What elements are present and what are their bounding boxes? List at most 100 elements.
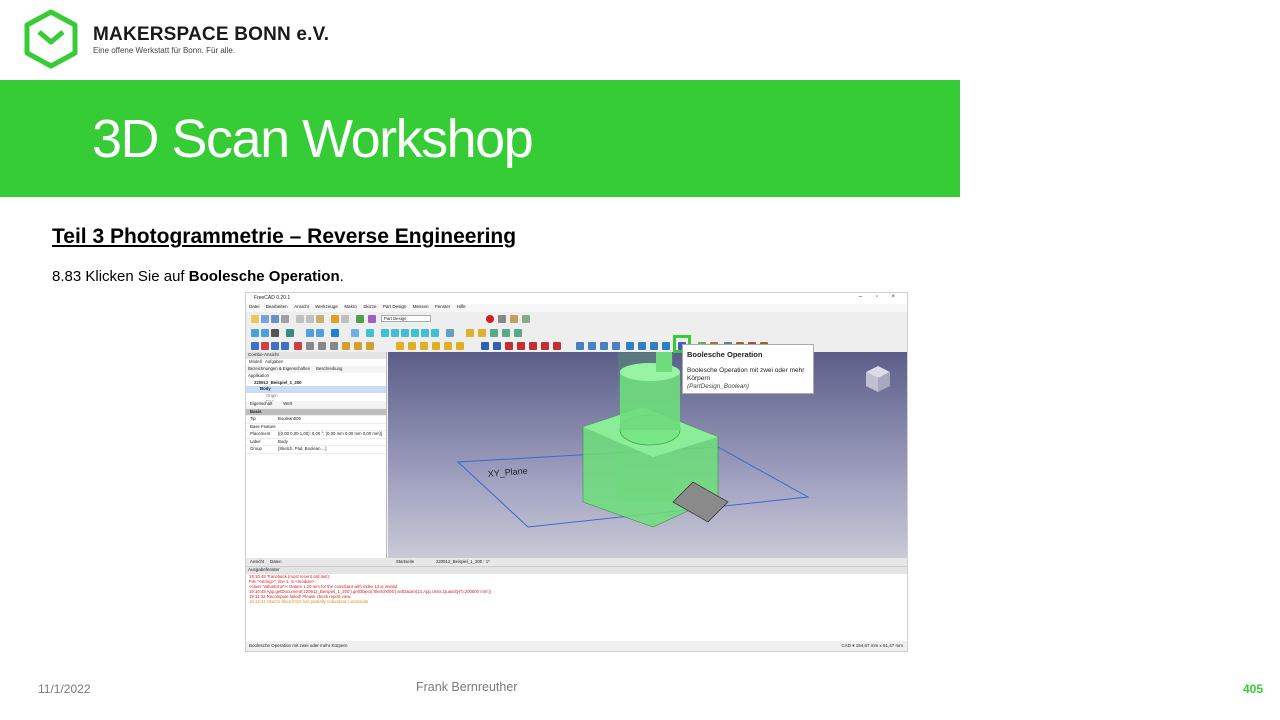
std-views-icon[interactable] <box>331 329 339 337</box>
revolution-icon[interactable] <box>408 342 416 350</box>
property-row[interactable]: Base Feature <box>246 423 386 431</box>
tab-startseite[interactable]: Startseite <box>396 559 414 564</box>
link-select-icon[interactable] <box>514 329 522 337</box>
create-sketch-icon[interactable] <box>261 342 269 350</box>
copy-icon[interactable] <box>306 315 314 323</box>
mirrored-icon[interactable] <box>576 342 584 350</box>
create-body-icon[interactable] <box>251 342 259 350</box>
datum-line-icon[interactable] <box>306 342 314 350</box>
menu-makro[interactable]: Makro <box>344 304 357 309</box>
subtractive-loft-icon[interactable] <box>517 342 525 350</box>
linear-pattern-icon[interactable] <box>588 342 596 350</box>
map-sketch-icon[interactable] <box>281 342 289 350</box>
view-bottom-icon[interactable] <box>421 329 429 337</box>
tab-aufgaben[interactable]: Aufgaben <box>265 359 283 364</box>
sync-view-icon[interactable] <box>286 329 294 337</box>
link-icon[interactable] <box>490 329 498 337</box>
clone-icon[interactable] <box>366 342 374 350</box>
menu-bearbeiten[interactable]: Bearbeiten <box>266 304 288 309</box>
subtractive-helix-icon[interactable] <box>541 342 549 350</box>
arrow-right-icon[interactable] <box>316 329 324 337</box>
pocket-icon[interactable] <box>481 342 489 350</box>
freecad-screenshot: FreeCAD 0.20.1 – ▫ × Datei Bearbeiten An… <box>245 292 908 652</box>
window-controls[interactable]: – ▫ × <box>859 294 901 300</box>
tab-document[interactable]: 220912_Beispiel_1_200 : 1* <box>436 559 490 564</box>
fit-selection-icon[interactable] <box>261 329 269 337</box>
refresh-icon[interactable] <box>356 315 364 323</box>
group-icon[interactable] <box>478 329 486 337</box>
subshape-binder-icon[interactable] <box>354 342 362 350</box>
paste-icon[interactable] <box>316 315 324 323</box>
validate-sketch-icon[interactable] <box>271 342 279 350</box>
redo-icon[interactable] <box>341 315 349 323</box>
draw-style-icon[interactable] <box>271 329 279 337</box>
prop-key: Base Feature <box>250 423 276 429</box>
menu-fenster[interactable]: Fenster <box>435 304 450 309</box>
chamfer-icon[interactable] <box>638 342 646 350</box>
view-iso-icon[interactable] <box>366 329 374 337</box>
view-top-icon[interactable] <box>391 329 399 337</box>
window-title: FreeCAD 0.20.1 <box>254 295 291 301</box>
pad-icon[interactable] <box>396 342 404 350</box>
polar-pattern-icon[interactable] <box>600 342 608 350</box>
hole-icon[interactable] <box>493 342 501 350</box>
view-left-icon[interactable] <box>431 329 439 337</box>
property-row[interactable]: Tip Boolean006 <box>246 416 386 424</box>
draft-icon[interactable] <box>650 342 658 350</box>
menu-skizze[interactable]: Skizze <box>363 304 376 309</box>
new-file-icon[interactable] <box>251 315 259 323</box>
whats-this-icon[interactable] <box>368 315 376 323</box>
pipe-icon[interactable] <box>432 342 440 350</box>
fillet-icon[interactable] <box>626 342 634 350</box>
run-macro-icon[interactable] <box>522 315 530 323</box>
groove-icon[interactable] <box>505 342 513 350</box>
subtractive-pipe-icon[interactable] <box>529 342 537 350</box>
local-cs-icon[interactable] <box>330 342 338 350</box>
tab-ansicht[interactable]: Ansicht <box>250 559 264 564</box>
part-icon[interactable] <box>466 329 474 337</box>
stop-macro-icon[interactable] <box>498 315 506 323</box>
menu-part-design[interactable]: Part Design <box>383 304 407 309</box>
menu-datei[interactable]: Datei <box>249 304 260 309</box>
property-row[interactable]: Label Body <box>246 439 386 446</box>
title-banner: 3D Scan Workshop <box>0 80 960 197</box>
thickness-icon[interactable] <box>662 342 670 350</box>
footer-author: Frank Bernreuther <box>416 680 518 694</box>
menu-ansicht[interactable]: Ansicht <box>294 304 309 309</box>
datum-point-icon[interactable] <box>294 342 302 350</box>
property-row[interactable]: Placement [(0,00 0,00 1,00); 0,00 °; (0,0… <box>246 431 386 439</box>
menu-werkzeuge[interactable]: Werkzeuge <box>315 304 338 309</box>
view-rear-icon[interactable] <box>411 329 419 337</box>
3d-viewport[interactable]: XY_Plane <box>388 352 907 558</box>
tab-modell[interactable]: Modell <box>249 359 262 364</box>
property-header: Eigenschaft Wert <box>246 401 386 409</box>
loft-icon[interactable] <box>420 342 428 350</box>
property-row[interactable]: Group [Sketch, Pad, Boolean ...] <box>246 446 386 454</box>
menu-messen[interactable]: Messen <box>413 304 429 309</box>
helix-icon[interactable] <box>444 342 452 350</box>
save-icon[interactable] <box>271 315 279 323</box>
subtractive-primitive-icon[interactable] <box>553 342 561 350</box>
additive-primitive-icon[interactable] <box>456 342 464 350</box>
tab-daten[interactable]: Daten <box>270 559 281 564</box>
workbench-selector[interactable]: Part Design <box>381 315 431 322</box>
macro-editor-icon[interactable] <box>510 315 518 323</box>
arrow-left-icon[interactable] <box>306 329 314 337</box>
measure-icon[interactable] <box>446 329 454 337</box>
link-actions-icon[interactable] <box>502 329 510 337</box>
cut-icon[interactable] <box>296 315 304 323</box>
view-right-icon[interactable] <box>401 329 409 337</box>
zoom-icon[interactable] <box>351 329 359 337</box>
multitransform-icon[interactable] <box>612 342 620 350</box>
open-file-icon[interactable] <box>261 315 269 323</box>
fit-all-icon[interactable] <box>251 329 259 337</box>
print-icon[interactable] <box>281 315 289 323</box>
section-title: Teil 3 Photogrammetrie – Reverse Enginee… <box>52 225 517 248</box>
record-macro-icon[interactable] <box>486 315 494 323</box>
datum-plane-icon[interactable] <box>318 342 326 350</box>
undo-icon[interactable] <box>331 315 339 323</box>
menu-hilfe[interactable]: Hilfe <box>457 304 466 309</box>
shape-binder-icon[interactable] <box>342 342 350 350</box>
view-front-icon[interactable] <box>381 329 389 337</box>
tree-header: Bezeichnungen & Eigenschaften Beschreibu… <box>246 366 386 373</box>
